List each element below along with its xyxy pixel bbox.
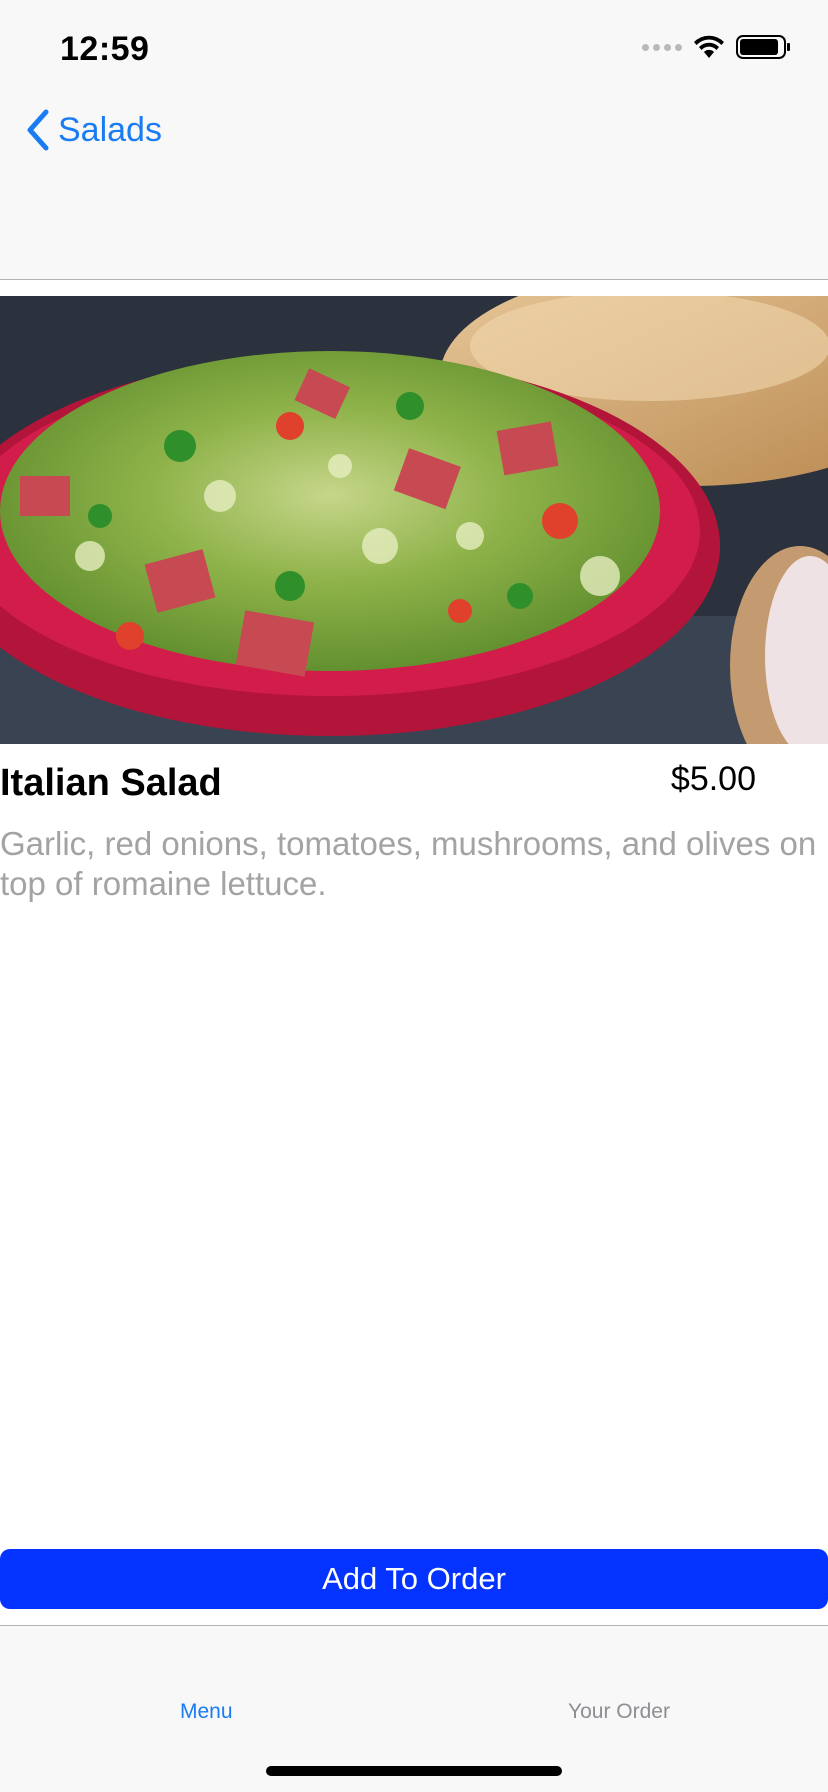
back-button[interactable]: Salads xyxy=(24,108,162,152)
wifi-icon xyxy=(694,35,724,58)
home-indicator[interactable] xyxy=(266,1766,562,1776)
status-icons xyxy=(642,34,792,60)
item-price: $5.00 xyxy=(670,760,756,798)
add-to-order-button[interactable]: Add To Order xyxy=(0,1549,828,1609)
navigation-bar: 12:59 Salads xyxy=(0,0,828,280)
salad-photo xyxy=(0,296,828,744)
cellular-signal-icon xyxy=(642,43,682,51)
chevron-left-icon xyxy=(27,109,49,151)
back-label: Salads xyxy=(58,110,162,149)
tab-your-order[interactable]: Your Order xyxy=(568,1700,670,1724)
item-description: Garlic, red onions, tomatoes, mushrooms,… xyxy=(0,825,817,902)
status-time: 12:59 xyxy=(60,30,150,68)
tab-menu[interactable]: Menu xyxy=(180,1700,233,1724)
battery-icon xyxy=(736,35,790,59)
item-name: Italian Salad xyxy=(0,762,222,804)
